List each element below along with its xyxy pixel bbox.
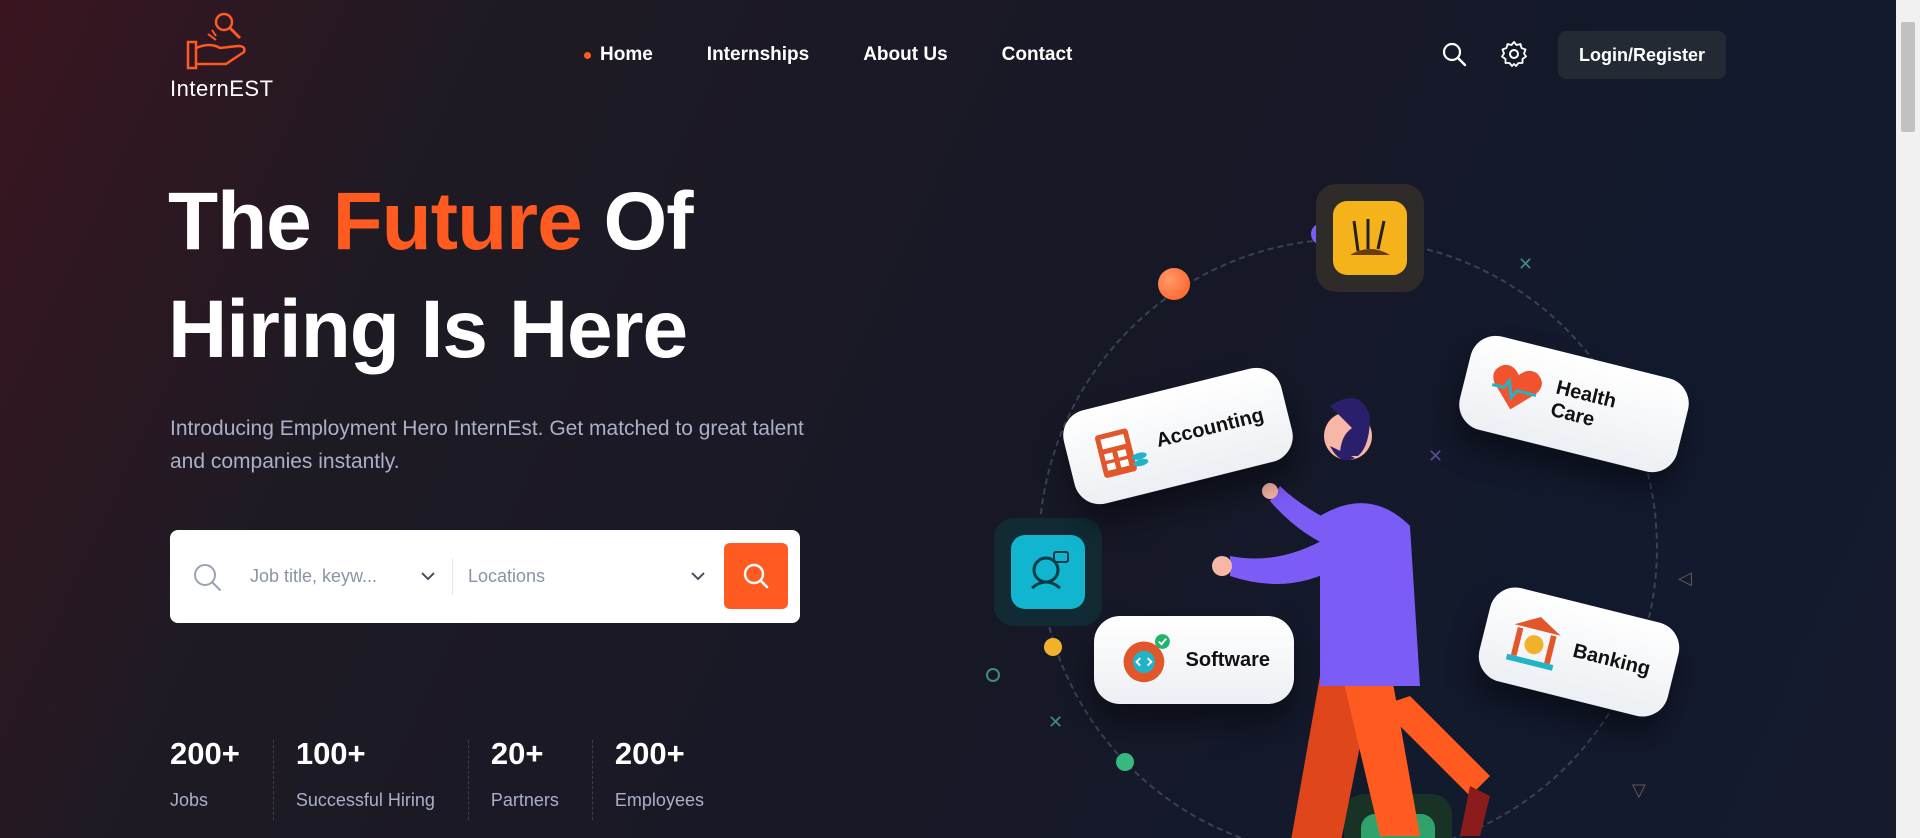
gear-code-icon xyxy=(1123,634,1170,683)
ring-dot xyxy=(986,668,1000,682)
stat-partners: 20+ Partners xyxy=(490,736,593,820)
search-field-icon xyxy=(194,564,221,591)
hero-title-accent: Future xyxy=(332,176,583,267)
category-label: Accounting xyxy=(1153,403,1266,452)
logo-mark-icon xyxy=(186,12,246,70)
scrollbar-thumb[interactable] xyxy=(1901,22,1915,132)
search-icon xyxy=(743,563,769,589)
nav-about-us[interactable]: About Us xyxy=(863,44,947,66)
category-label: Health Care xyxy=(1548,376,1619,432)
stat-jobs: 200+ Jobs xyxy=(170,736,274,820)
job-search-bar: Job title, keyw... Locations xyxy=(170,530,800,623)
support-tile xyxy=(994,518,1102,626)
stat-label: Employees xyxy=(614,790,704,810)
nav-internships[interactable]: Internships xyxy=(707,44,809,66)
chevron-down-icon[interactable] xyxy=(420,570,436,582)
hero-title-part2: Of xyxy=(581,176,693,267)
stat-value: 200+ xyxy=(614,736,685,771)
location-input[interactable]: Locations xyxy=(468,530,668,623)
vertical-scrollbar[interactable] xyxy=(1896,0,1920,838)
search-icon[interactable] xyxy=(1440,40,1468,68)
customer-support-icon xyxy=(1011,535,1085,609)
triangle-icon: ◁ xyxy=(1678,568,1692,588)
stat-value: 200+ xyxy=(170,736,240,771)
hero-title-line2: Hiring Is Here xyxy=(168,284,688,375)
green-dot xyxy=(1116,753,1134,771)
logo-text: InternEST xyxy=(170,76,274,101)
nav-contact[interactable]: Contact xyxy=(1002,44,1073,66)
search-divider xyxy=(452,558,453,595)
brand-logo[interactable]: InternEST xyxy=(168,12,278,102)
gear-icon[interactable] xyxy=(1500,40,1528,68)
hero-subtitle: Introducing Employment Hero InternEst. G… xyxy=(170,417,804,473)
stat-label: Successful Hiring xyxy=(295,790,435,810)
orange-dot xyxy=(1158,268,1190,300)
x-mark-icon: ✕ xyxy=(1048,712,1064,732)
stat-value: 100+ xyxy=(295,736,366,771)
stats-row: 200+ Jobs 100+ Successful Hiring 20+ Par… xyxy=(170,736,760,820)
bank-icon xyxy=(1505,617,1561,671)
x-mark-icon: ✕ xyxy=(1518,254,1534,274)
stat-employees: 200+ Employees xyxy=(615,736,738,811)
category-label: Software xyxy=(1185,648,1270,671)
category-card-software[interactable]: Software xyxy=(1094,616,1294,704)
yellow-dot xyxy=(1044,638,1062,656)
stat-successful-hiring: 100+ Successful Hiring xyxy=(295,736,469,820)
hero-title: The Future Of Hiring Is Here xyxy=(168,168,694,384)
page: InternEST Home Internships About Us Cont… xyxy=(0,0,1896,838)
heart-icon xyxy=(1491,364,1542,410)
login-register-button[interactable]: Login/Register xyxy=(1558,31,1726,79)
triangle-icon: ▽ xyxy=(1632,780,1646,800)
stat-value: 20+ xyxy=(490,736,544,771)
paint-palette-icon xyxy=(1333,201,1407,275)
hero-title-part1: The xyxy=(168,176,333,267)
hero-illustration: ✕ ✕ ✕ ◁ ▽ Accounting Health Care Softwar… xyxy=(980,170,1740,838)
main-nav: Home Internships About Us Contact xyxy=(584,44,1073,66)
stat-label: Jobs xyxy=(170,790,209,810)
art-tile xyxy=(1316,184,1424,292)
category-label: Banking xyxy=(1570,639,1653,680)
nav-home[interactable]: Home xyxy=(584,44,653,66)
search-submit-button[interactable] xyxy=(724,543,788,609)
chevron-down-icon[interactable] xyxy=(690,570,706,582)
keyword-input[interactable]: Job title, keyw... xyxy=(250,530,430,623)
stat-label: Partners xyxy=(490,790,559,810)
calculator-icon xyxy=(1094,428,1149,478)
